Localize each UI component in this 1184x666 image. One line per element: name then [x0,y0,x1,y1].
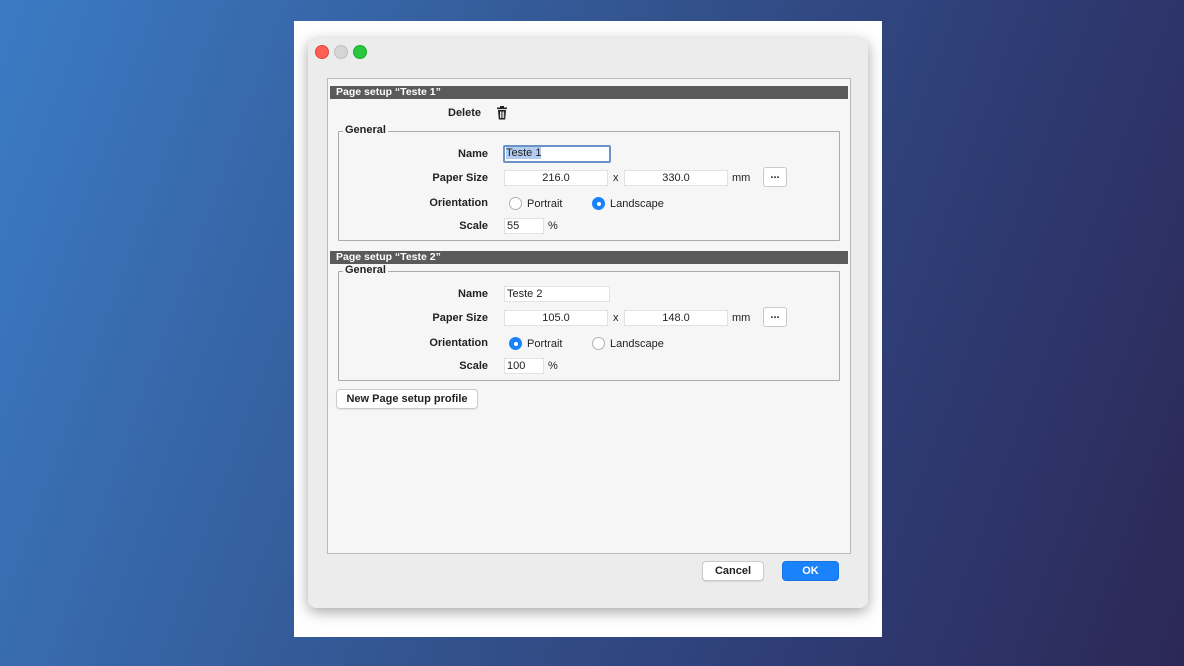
general-group-2: General Name Teste 2 Paper Size 105.0 x … [338,264,840,381]
paper-width-input-1[interactable]: 216.0 [504,170,608,186]
close-window-button[interactable] [315,45,329,59]
scale-input-1[interactable]: 55 [504,218,544,234]
page-setup-panel: Page setup “Teste 1” Delete General Name… [327,78,851,554]
page-setup-header-1: Page setup “Teste 1” [330,86,848,99]
scale-label: Scale [459,360,488,372]
landscape-radio-1[interactable] [592,197,605,210]
page-setup-window: Page setup “Teste 1” Delete General Name… [308,38,868,608]
paper-height-input-2[interactable]: 148.0 [624,310,728,326]
trash-icon[interactable] [496,106,508,120]
paper-size-more-button-2[interactable]: ... [763,307,787,327]
portrait-radio-1[interactable] [509,197,522,210]
cancel-button[interactable]: Cancel [702,561,764,581]
new-page-setup-profile-button[interactable]: New Page setup profile [336,389,478,409]
orientation-label: Orientation [429,197,488,209]
times-label: x [613,172,619,184]
portrait-label: Portrait [527,338,563,350]
paper-height-input-1[interactable]: 330.0 [624,170,728,186]
maximize-window-button[interactable] [353,45,367,59]
delete-label: Delete [448,107,482,119]
portrait-label: Portrait [527,198,563,210]
times-label: x [613,312,619,324]
name-input-2[interactable]: Teste 2 [504,286,610,302]
ok-button[interactable]: OK [782,561,839,581]
selected-text: Teste 1 [506,147,542,159]
page-setup-header-2: Page setup “Teste 2” [330,251,848,264]
unit-label: mm [732,312,751,324]
name-input-1[interactable]: Teste 1 [503,145,611,163]
paper-width-input-2[interactable]: 105.0 [504,310,608,326]
group-legend: General [343,124,388,136]
minimize-window-button[interactable] [334,45,348,59]
percent-label: % [548,220,558,232]
orientation-label: Orientation [429,337,488,349]
name-label: Name [458,148,488,160]
group-legend: General [343,264,388,276]
name-label: Name [458,288,488,300]
scale-label: Scale [459,220,488,232]
landscape-label: Landscape [610,198,664,210]
unit-label: mm [732,172,751,184]
landscape-radio-2[interactable] [592,337,605,350]
percent-label: % [548,360,558,372]
scale-input-2[interactable]: 100 [504,358,544,374]
paper-size-label: Paper Size [432,172,488,184]
landscape-label: Landscape [610,338,664,350]
paper-size-more-button-1[interactable]: ... [763,167,787,187]
general-group-1: General Name Teste 1 Paper Size 216.0 x … [338,124,840,241]
portrait-radio-2[interactable] [509,337,522,350]
title-bar[interactable] [308,38,868,66]
paper-size-label: Paper Size [432,312,488,324]
